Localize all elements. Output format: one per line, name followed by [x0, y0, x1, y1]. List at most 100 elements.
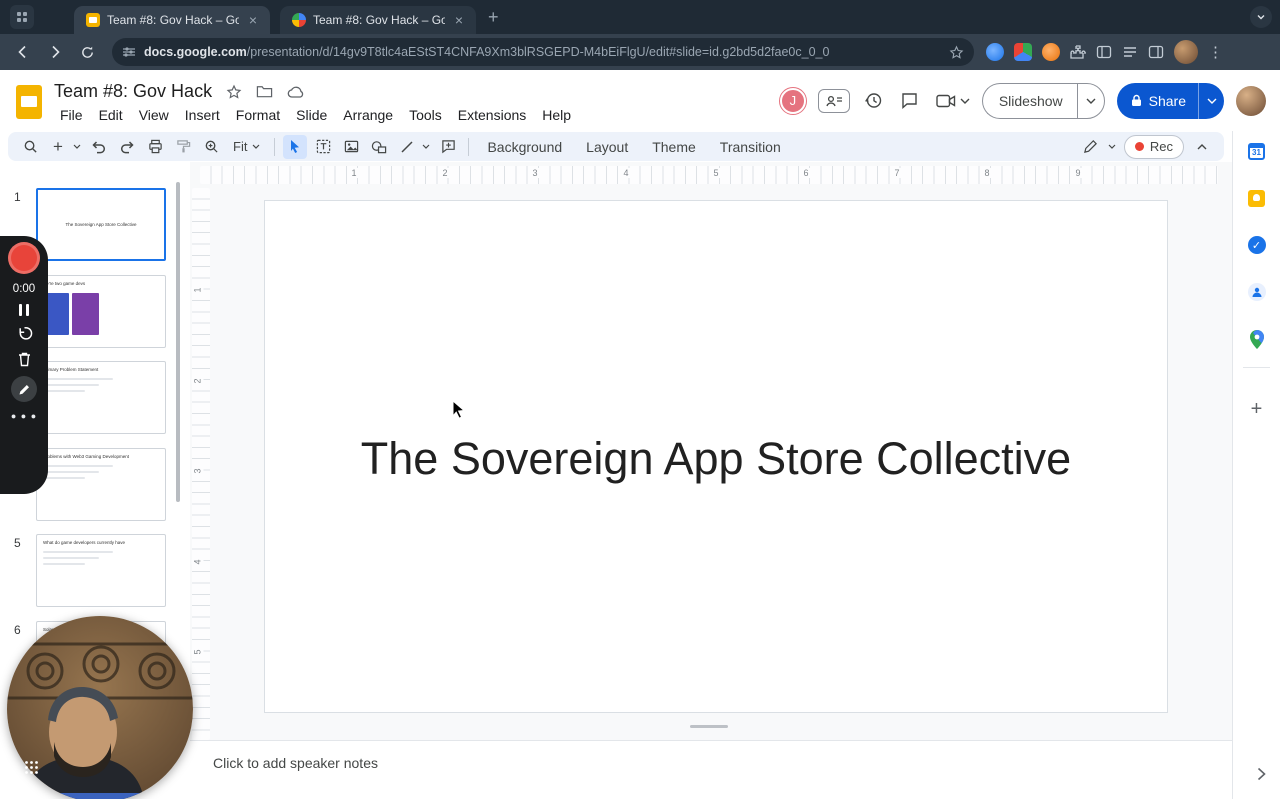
toolbar-lines-icon[interactable] [1122, 44, 1138, 60]
record-button[interactable]: Rec [1123, 134, 1184, 159]
line-caret-icon[interactable] [420, 135, 432, 159]
recording-widget: 0:00 ● ● ● [0, 236, 48, 494]
slides-logo-icon[interactable] [16, 85, 42, 119]
move-folder-icon[interactable] [256, 84, 273, 99]
maps-icon[interactable] [1247, 329, 1267, 349]
back-icon[interactable] [10, 39, 36, 65]
expand-panel-chevron-icon[interactable] [1257, 767, 1266, 781]
print-icon[interactable] [143, 135, 167, 159]
layout-button[interactable]: Layout [576, 135, 638, 159]
account-avatar[interactable] [1236, 85, 1266, 116]
menu-view[interactable]: View [131, 104, 177, 126]
zoom-fit-dropdown[interactable]: Fit [227, 135, 266, 159]
delete-recording-icon[interactable] [17, 351, 32, 367]
bookmark-star-icon[interactable] [949, 45, 964, 60]
notes-resize-handle[interactable] [690, 725, 728, 728]
browser-menu-icon[interactable]: ⋮ [1208, 43, 1223, 61]
star-document-icon[interactable] [226, 84, 242, 100]
text-box-icon[interactable] [311, 135, 335, 159]
select-tool-icon[interactable] [283, 134, 308, 159]
globe-extension-icon[interactable] [986, 43, 1004, 61]
insert-comment-icon[interactable] [436, 135, 460, 159]
redo-icon[interactable] [115, 135, 139, 159]
reload-icon[interactable] [74, 39, 100, 65]
restart-recording-icon[interactable] [16, 325, 33, 342]
slide-title-text[interactable]: The Sovereign App Store Collective [265, 429, 1167, 489]
url-bar[interactable]: docs.google.com/presentation/d/14gv9T8tl… [112, 38, 974, 66]
paint-format-icon[interactable] [171, 135, 195, 159]
zoom-in-icon[interactable]: + [46, 135, 70, 159]
insert-image-icon[interactable] [339, 135, 363, 159]
presenter-presence-button[interactable] [817, 88, 850, 113]
get-addons-icon[interactable]: + [1247, 399, 1267, 419]
forward-icon[interactable] [42, 39, 68, 65]
slide-thumbnail-5[interactable]: 5 What do game developers currently have [0, 534, 184, 608]
document-title[interactable]: Team #8: Gov Hack [54, 81, 212, 102]
slides-favicon [86, 13, 100, 27]
browser-tab-inactive[interactable]: Team #8: Gov Hack – Google × [280, 6, 476, 34]
keep-icon[interactable] [1247, 188, 1267, 208]
recorder-more-icon[interactable]: ● ● ● [11, 411, 37, 421]
theme-button[interactable]: Theme [642, 135, 706, 159]
background-button[interactable]: Background [477, 135, 572, 159]
tasks-check: ✓ [1247, 236, 1266, 254]
insert-shape-icon[interactable] [367, 135, 391, 159]
browser-tab-active[interactable]: Team #8: Gov Hack – Google × [74, 6, 270, 34]
zoom-tool-icon[interactable] [199, 135, 223, 159]
tab-organizer-icon[interactable] [1096, 44, 1112, 60]
tab-search-icon[interactable] [10, 5, 34, 29]
menu-extensions[interactable]: Extensions [450, 104, 534, 126]
toolbar-separator [274, 137, 276, 156]
webcam-drag-grid-icon[interactable] [24, 760, 39, 775]
contacts-icon[interactable] [1247, 282, 1267, 302]
collapse-toolbar-chevron-icon[interactable] [1190, 135, 1214, 159]
fit-label: Fit [233, 139, 248, 154]
comments-icon[interactable] [898, 89, 922, 113]
tab-list-chevron-icon[interactable] [1250, 6, 1272, 28]
menu-file[interactable]: File [52, 104, 91, 126]
annotate-pen-icon[interactable] [11, 376, 37, 402]
orange-extension-icon[interactable] [1042, 43, 1060, 61]
version-history-icon[interactable] [862, 89, 886, 113]
menu-tools[interactable]: Tools [401, 104, 450, 126]
collaborator-avatar[interactable]: J [778, 86, 807, 115]
new-tab-icon[interactable]: + [488, 8, 499, 26]
speaker-notes-bar[interactable]: Click to add speaker notes [190, 740, 1266, 799]
transition-button[interactable]: Transition [710, 135, 791, 159]
menu-insert[interactable]: Insert [177, 104, 228, 126]
horizontal-ruler[interactable]: 1 2 3 4 5 6 7 8 9 [200, 166, 1218, 184]
side-panel-icon[interactable] [1148, 44, 1164, 60]
share-caret-icon[interactable] [1198, 82, 1224, 119]
insert-line-icon[interactable] [395, 135, 419, 159]
undo-icon[interactable] [87, 135, 111, 159]
record-dot-icon [1134, 142, 1144, 151]
meet-caret-icon[interactable] [960, 98, 970, 104]
site-info-icon[interactable] [122, 45, 136, 59]
search-menus-icon[interactable] [18, 135, 42, 159]
zoom-caret-icon[interactable] [71, 135, 83, 159]
menu-format[interactable]: Format [228, 104, 288, 126]
tab-close-icon[interactable]: × [246, 12, 260, 28]
pause-recording-icon[interactable] [19, 304, 29, 316]
menu-slide[interactable]: Slide [288, 104, 335, 126]
menu-edit[interactable]: Edit [91, 104, 131, 126]
browser-profile-avatar[interactable] [1174, 40, 1198, 64]
extensions-puzzle-icon[interactable] [1070, 44, 1086, 60]
menu-help[interactable]: Help [534, 104, 579, 126]
stop-recording-button[interactable] [8, 242, 40, 274]
vertical-ruler[interactable]: 1 2 3 4 5 [191, 188, 210, 740]
meet-camera-icon[interactable] [934, 89, 958, 113]
slideshow-button[interactable]: Slideshow [981, 82, 1077, 119]
calendar-icon[interactable]: 31 [1247, 141, 1267, 161]
slide-canvas[interactable]: The Sovereign App Store Collective [264, 200, 1168, 713]
colorful-extension-icon[interactable] [1014, 43, 1032, 61]
slideshow-caret-icon[interactable] [1076, 82, 1105, 119]
share-button[interactable]: Share [1116, 82, 1198, 119]
menu-arrange[interactable]: Arrange [335, 104, 401, 126]
tasks-icon[interactable]: ✓ [1247, 235, 1267, 255]
pen-caret-icon[interactable] [1106, 135, 1118, 159]
speaker-notes-placeholder[interactable]: Click to add speaker notes [213, 755, 378, 771]
tab-close-icon[interactable]: × [452, 12, 466, 28]
document-status-cloud-icon[interactable] [287, 85, 305, 99]
pen-annotate-icon[interactable] [1079, 135, 1103, 159]
